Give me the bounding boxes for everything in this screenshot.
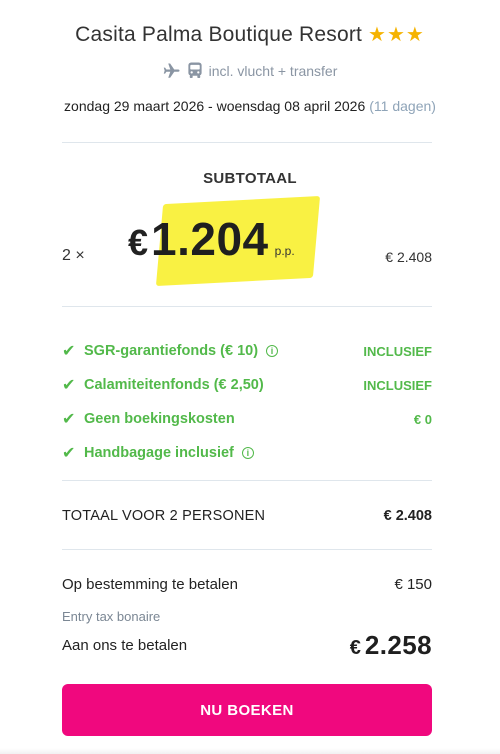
pay-us-amount: € 2.258 (350, 630, 432, 661)
info-icon[interactable]: i (241, 447, 254, 459)
info-icon[interactable]: i (266, 345, 279, 357)
check-icon: ✔ (62, 377, 76, 394)
check-icon: ✔ (62, 411, 76, 428)
entry-tax-note: Entry tax bonaire (62, 609, 161, 624)
inclusion-value: INCLUSIEF (363, 377, 432, 393)
transport-label: incl. vlucht + transfer (208, 62, 338, 79)
book-now-button[interactable]: NU BOEKEN (62, 684, 432, 736)
list-item: ✔ SGR-garantiefonds (€ 10) i INCLUSIEF (62, 334, 432, 368)
total-row: TOTAAL VOOR 2 PERSONEN € 2.408 (62, 508, 432, 524)
inclusions-list: ✔ SGR-garantiefonds (€ 10) i INCLUSIEF ✔… (62, 334, 432, 470)
person-quantity: 2 × (62, 247, 85, 264)
inclusion-label: Geen boekingskosten (84, 411, 235, 427)
airplane-icon (163, 63, 181, 79)
hotel-title: Casita Palma Boutique Resort ★★★ (0, 22, 500, 47)
subtotal-total: € 2.408 (385, 249, 432, 265)
bus-icon (187, 62, 203, 79)
list-item: ✔ Handbagage inclusief i (62, 436, 432, 470)
divider (62, 306, 432, 307)
inclusion-label: Calamiteitenfonds (€ 2,50) (84, 377, 264, 393)
price-amount: 1.204 (151, 213, 269, 265)
inclusion-value: INCLUSIEF (363, 343, 432, 359)
price-currency: € (128, 222, 149, 263)
transport-info: incl. vlucht + transfer (0, 62, 500, 79)
pay-us-value: 2.258 (364, 630, 432, 660)
inclusion-label: SGR-garantiefonds (€ 10) (84, 343, 259, 359)
date-range: zondag 29 maart 2026 - woensdag 08 april… (64, 98, 366, 114)
star-rating-icon: ★★★ (368, 24, 425, 46)
travel-dates: zondag 29 maart 2026 - woensdag 08 april… (0, 98, 500, 114)
page-bottom-shadow (0, 748, 500, 754)
check-icon: ✔ (62, 445, 76, 462)
hotel-name: Casita Palma Boutique Resort (75, 23, 363, 46)
subtotal-heading: SUBTOTAAL (203, 170, 297, 187)
divider (62, 480, 432, 481)
inclusion-value: € 0 (413, 411, 432, 427)
check-icon: ✔ (62, 343, 76, 360)
destination-value: € 150 (394, 576, 432, 593)
pay-us-label: Aan ons te betalen (62, 637, 188, 654)
per-person-label: p.p. (274, 244, 295, 258)
list-item: ✔ Geen boekingskosten € 0 (62, 402, 432, 436)
pay-us-currency: € (349, 637, 361, 659)
total-value: € 2.408 (383, 508, 432, 524)
pay-us-row: Aan ons te betalen € 2.258 (62, 630, 432, 661)
list-item: ✔ Calamiteitenfonds (€ 2,50) INCLUSIEF (62, 368, 432, 402)
total-label: TOTAAL VOOR 2 PERSONEN (62, 508, 266, 524)
inclusion-label: Handbagage inclusief (84, 445, 234, 461)
divider (62, 142, 432, 143)
destination-label: Op bestemming te betalen (62, 576, 238, 593)
divider (62, 549, 432, 550)
destination-payment-row: Op bestemming te betalen € 150 (62, 576, 432, 593)
duration-label: (11 dagen) (369, 98, 436, 114)
price-per-person: € 1.204 p.p. (128, 195, 321, 287)
